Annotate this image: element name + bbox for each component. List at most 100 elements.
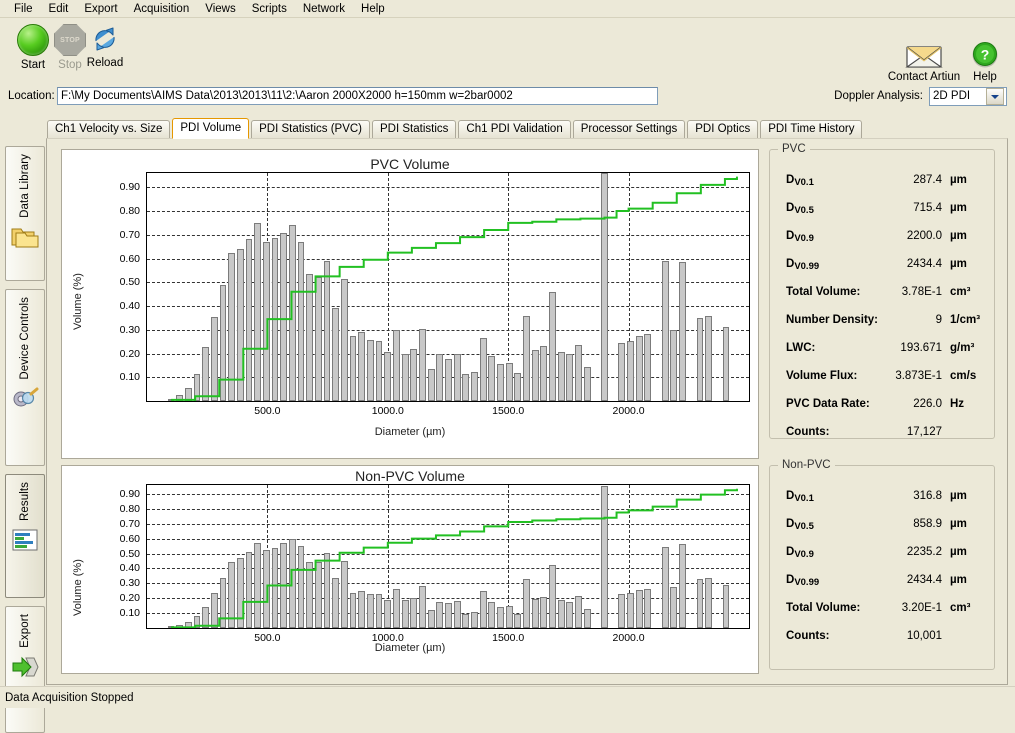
menu-item-help[interactable]: Help [353, 1, 393, 17]
stat-unit: cm³ [950, 602, 970, 614]
chart-y-tick-label: 0.70 [94, 518, 140, 530]
reload-button-label: Reload [80, 57, 130, 69]
tab-label: Ch1 PDI Validation [466, 123, 562, 135]
stat-value: 3.873E-1 [870, 370, 942, 382]
sidebar-item-label: Results [19, 482, 31, 521]
stat-value: 287.4 [870, 174, 942, 186]
tab-label: PDI Statistics [380, 123, 448, 135]
chevron-down-icon[interactable] [986, 88, 1004, 105]
chart-y-tick-label: 0.40 [94, 562, 140, 574]
stat-unit: cm³ [950, 286, 970, 298]
stat-label: DV0.99 [786, 258, 819, 270]
stat-row: Counts:10,001 [770, 630, 994, 658]
help-button[interactable]: ? Help [963, 41, 1007, 83]
tab-label: Processor Settings [581, 123, 678, 135]
menu-item-network[interactable]: Network [295, 1, 353, 17]
stop-icon-glyph: STOP [60, 37, 80, 44]
menu-item-edit[interactable]: Edit [41, 1, 77, 17]
stat-row: Volume Flux:3.873E-1cm/s [770, 370, 994, 398]
tab-label: Ch1 Velocity vs. Size [55, 123, 162, 135]
stat-value: 3.78E-1 [870, 286, 942, 298]
stat-value: 2434.4 [870, 574, 942, 586]
bar-chart-icon [10, 527, 40, 556]
chart-y-tick-label: 0.50 [94, 276, 140, 288]
menu-item-file[interactable]: File [6, 1, 41, 17]
tab-pdi-statistics-pvc-[interactable]: PDI Statistics (PVC) [251, 120, 370, 138]
stat-value: 858.9 [870, 518, 942, 530]
stat-row: DV0.992434.4µm [770, 258, 994, 286]
stat-row: DV0.92235.2µm [770, 546, 994, 574]
stat-row: DV0.1287.4µm [770, 174, 994, 202]
tab-pdi-optics[interactable]: PDI Optics [687, 120, 758, 138]
folders-icon [10, 224, 40, 253]
chart-y-tick-label: 0.20 [94, 592, 140, 604]
menu-item-export[interactable]: Export [76, 1, 125, 17]
stat-label: PVC Data Rate: [786, 398, 870, 410]
chart-y-tick-label: 0.70 [94, 229, 140, 241]
stat-label: DV0.5 [786, 202, 814, 214]
stat-label-subscript: V0.9 [794, 233, 814, 244]
stat-unit: µm [950, 174, 967, 186]
tab-label: PDI Volume [180, 122, 241, 134]
chart-cumulative-line [147, 173, 749, 401]
tab-ch1-velocity-vs-size[interactable]: Ch1 Velocity vs. Size [47, 120, 170, 138]
stat-row: DV0.5 858.9 µm [770, 518, 994, 546]
stat-unit: µm [950, 546, 967, 558]
sidebar-item-device-controls[interactable]: Device Controls [5, 289, 45, 466]
chart-x-tick-label: 1000.0 [372, 632, 404, 644]
stat-label: DV0.9 [786, 546, 814, 558]
location-input[interactable]: F:\My Documents\AIMS Data\2013\2013\11\2… [57, 87, 658, 105]
doppler-analysis-select[interactable]: 2D PDI [929, 87, 1007, 106]
location-row: Location: F:\My Documents\AIMS Data\2013… [0, 86, 1015, 110]
stat-value: 193.671 [870, 342, 942, 354]
tab-processor-settings[interactable]: Processor Settings [573, 120, 686, 138]
stat-unit: µm [950, 518, 967, 530]
menu-item-scripts[interactable]: Scripts [244, 1, 295, 17]
stat-value: 3.20E-1 [870, 602, 942, 614]
chart-y-tick-label: 0.60 [94, 533, 140, 545]
left-sidebar: Data Library Device Controls Results Exp… [2, 146, 45, 685]
stat-label: Total Volume: [786, 602, 860, 614]
chart-y-axis-label: Volume (%) [72, 220, 84, 330]
sidebar-item-results[interactable]: Results [5, 474, 45, 598]
chart-y-tick-label: 0.30 [94, 577, 140, 589]
tab-pdi-statistics[interactable]: PDI Statistics [372, 120, 456, 138]
stat-unit: µm [950, 258, 967, 270]
stat-row: Total Volume:3.78E-1cm³ [770, 286, 994, 314]
stat-label: DV0.5 [786, 518, 814, 530]
chart-title: PVC Volume [62, 156, 758, 172]
non-pvc-stats-panel: Non-PVC DV0.1316.8µmDV0.5858.9µmDV0.9223… [769, 465, 995, 670]
sidebar-item-label: Data Library [19, 154, 31, 218]
contact-artiun-button[interactable]: Contact Artiun [884, 41, 964, 83]
chart-y-tick-label: 0.90 [94, 181, 140, 193]
main-toolbar: Start STOP Stop Reload [0, 19, 1015, 84]
stat-unit: Hz [950, 398, 964, 410]
stat-unit: cm/s [950, 370, 976, 382]
tab-pdi-time-history[interactable]: PDI Time History [760, 120, 862, 138]
stat-value: 2200.0 [870, 230, 942, 242]
stat-label: DV0.1 [786, 490, 814, 502]
menu-item-views[interactable]: Views [197, 1, 243, 17]
contact-artiun-label: Contact Artiun [884, 71, 964, 83]
stat-row: LWC:193.671g/m³ [770, 342, 994, 370]
chart-plot-area[interactable] [146, 172, 750, 402]
stat-value: 9 [870, 314, 942, 326]
sidebar-item-data-library[interactable]: Data Library [5, 146, 45, 281]
menu-item-acquisition[interactable]: Acquisition [126, 1, 198, 17]
chart-y-tick-label: 0.80 [94, 205, 140, 217]
reload-button[interactable]: Reload [80, 24, 130, 69]
tab-pdi-volume[interactable]: PDI Volume [172, 118, 249, 139]
stat-label-subscript: V0.5 [794, 205, 814, 216]
stat-unit: g/m³ [950, 342, 974, 354]
stat-label-subscript: V0.99 [794, 577, 819, 588]
tab-ch1-pdi-validation[interactable]: Ch1 PDI Validation [458, 120, 570, 138]
chart-plot-area[interactable] [146, 484, 750, 629]
stat-label-subscript: V0.1 [794, 493, 814, 504]
stat-value: 715.4 [870, 202, 942, 214]
sidebar-item-export[interactable]: Export [5, 606, 45, 733]
sidebar-item-label: Export [19, 614, 31, 648]
chart-x-tick-label: 500.0 [254, 405, 280, 417]
chart-cumulative-line [147, 485, 749, 628]
chart-y-tick-label: 0.30 [94, 324, 140, 336]
svg-text:?: ? [981, 47, 990, 63]
